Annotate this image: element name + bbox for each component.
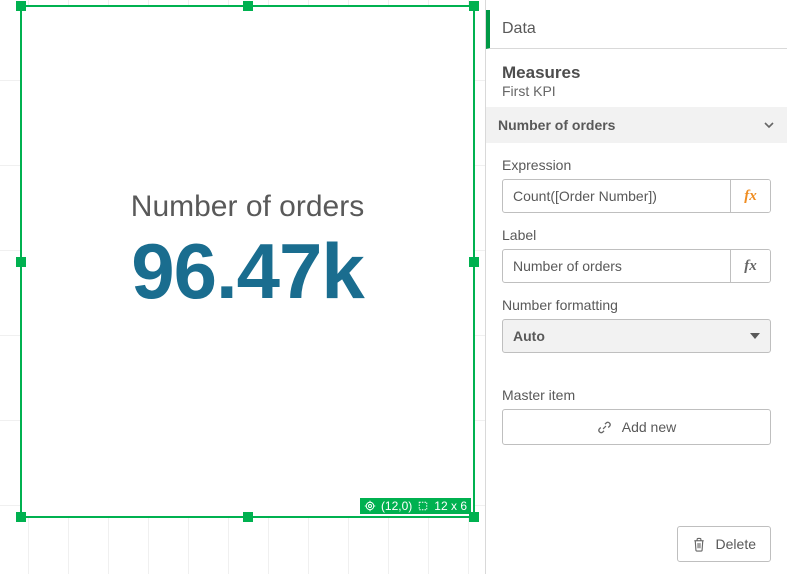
delete-row: Delete: [486, 514, 787, 574]
delete-label: Delete: [716, 536, 756, 552]
kpi-object[interactable]: Number of orders 96.47k (12,0) 12 x 6: [20, 5, 475, 518]
label-field-row: fx: [502, 249, 771, 283]
object-position: (12,0): [381, 499, 412, 513]
resize-handle-tm[interactable]: [243, 1, 253, 11]
link-icon: [597, 420, 612, 435]
add-new-button[interactable]: Add new: [502, 409, 771, 445]
kpi-value: 96.47k: [22, 226, 473, 317]
measure-name: Number of orders: [498, 117, 615, 133]
kpi-title: Number of orders: [22, 190, 473, 224]
number-formatting-value: Auto: [513, 328, 545, 344]
label-input[interactable]: [503, 250, 730, 282]
resize-handle-bm[interactable]: [243, 512, 253, 522]
object-info-badge: (12,0) 12 x 6: [360, 498, 471, 514]
chevron-down-icon: [763, 119, 775, 131]
resize-handle-tl[interactable]: [16, 1, 26, 11]
target-icon: [364, 500, 376, 512]
canvas-area: Number of orders 96.47k (12,0) 12 x 6: [0, 0, 485, 574]
master-item-label: Master item: [502, 387, 771, 403]
trash-icon: [692, 537, 706, 552]
resize-handle-ml[interactable]: [16, 257, 26, 267]
fx-icon: fx: [744, 258, 757, 275]
expression-label: Expression: [502, 157, 771, 173]
expression-fx-button[interactable]: fx: [730, 180, 770, 212]
measures-heading: Measures: [502, 63, 771, 83]
expression-input[interactable]: [503, 180, 730, 212]
delete-button[interactable]: Delete: [677, 526, 771, 562]
number-formatting-select[interactable]: Auto: [502, 319, 771, 353]
tab-data[interactable]: Data: [486, 10, 787, 49]
number-formatting-label: Number formatting: [502, 297, 771, 313]
object-size: 12 x 6: [434, 499, 467, 513]
tab-label: Data: [502, 20, 536, 37]
measure-accordion-header[interactable]: Number of orders: [486, 107, 787, 143]
expression-field-row: fx: [502, 179, 771, 213]
add-new-label: Add new: [622, 419, 676, 435]
label-fx-button[interactable]: fx: [730, 250, 770, 282]
resize-handle-tr[interactable]: [469, 1, 479, 11]
size-icon: [417, 500, 429, 512]
properties-panel: Data Measures First KPI Number of orders…: [485, 0, 787, 574]
panel-body: Measures First KPI Number of orders Expr…: [486, 49, 787, 514]
fx-icon: fx: [744, 188, 757, 205]
first-kpi-label: First KPI: [502, 83, 771, 99]
label-label: Label: [502, 227, 771, 243]
resize-handle-bl[interactable]: [16, 512, 26, 522]
dropdown-triangle-icon: [750, 333, 760, 339]
resize-handle-mr[interactable]: [469, 257, 479, 267]
